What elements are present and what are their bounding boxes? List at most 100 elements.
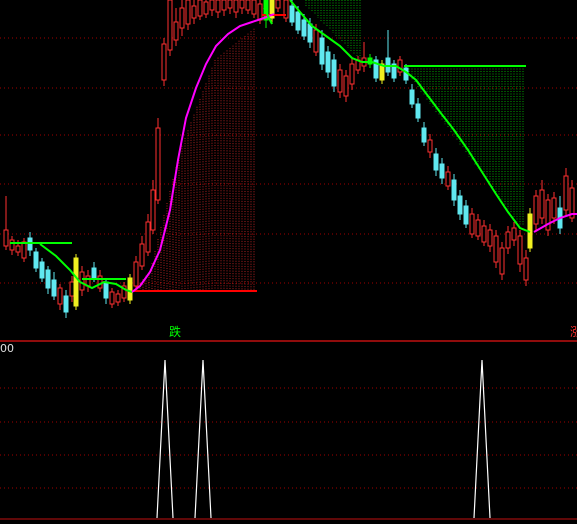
candle [397,56,403,76]
candle [85,270,91,292]
candle [275,0,281,12]
candle-body [415,103,421,119]
candle [557,196,563,234]
candle [33,248,39,272]
lower-axis-label: 00 [0,342,14,355]
candle [215,0,221,18]
candle [343,70,349,102]
candle [319,30,325,70]
candle-body [21,241,27,259]
candle-body [493,235,499,263]
candle [469,208,475,238]
candle [427,134,433,158]
candle-body [133,261,139,287]
candle [9,236,15,255]
candle [167,0,173,56]
candle [21,238,27,262]
candle [517,230,523,272]
candle-body [109,291,115,305]
candle [191,0,197,24]
candle-body [97,275,103,289]
candle [245,0,251,14]
candle-body [337,69,343,93]
trail-line-right [289,0,531,233]
candle-body [295,11,301,31]
candle-body [69,281,75,297]
candle-body [313,29,319,53]
candle [373,56,379,82]
signal-markers: 跌 涨 [169,324,577,339]
candle-body [161,43,167,81]
candle [511,222,517,246]
candle [385,30,391,76]
candle [493,230,499,268]
candle [203,0,209,18]
candle [445,166,451,190]
candle [487,224,493,252]
candle-body [3,229,9,247]
candle [3,196,9,250]
candle-body [331,59,337,87]
candle-body [505,231,511,249]
candle-body [251,0,257,15]
candle [331,54,337,92]
candle [463,200,469,228]
candle-body [167,0,173,51]
candle-body [191,5,197,19]
spike-mark [194,359,212,519]
candle-body [9,239,15,251]
candle-body [179,7,185,29]
candle [155,118,161,204]
candle-body [79,271,85,291]
candle-body [239,0,245,9]
candle [109,288,115,308]
candle-body [45,269,51,289]
candle [415,98,421,122]
candle [355,56,361,74]
candle [161,38,167,86]
candle-body [463,205,469,225]
candle [233,0,239,18]
candle-body [227,0,233,9]
candle-body [289,5,295,23]
candle-body [145,221,151,253]
candle [391,60,397,82]
candle-body [203,1,209,15]
spike-mark [156,359,174,519]
candle-body [481,225,487,243]
candle-body [51,279,57,297]
candle-body [233,0,239,13]
candle [57,284,63,310]
candle-body [563,175,569,211]
candle-body [15,245,21,253]
candle-body [91,267,97,279]
candle-body [439,163,445,179]
candle [409,84,415,108]
candle [121,282,127,302]
candle [569,180,575,222]
candle [45,266,51,294]
candle [145,214,151,256]
spike-series [156,359,491,519]
candle-body [551,197,557,219]
candle [197,0,203,20]
candle-body [457,195,463,215]
candle [337,64,343,98]
spike-mark [473,359,491,519]
candle [239,0,245,14]
candle-body [475,219,481,237]
candle [69,276,75,302]
candle [63,290,69,318]
candle-body [155,127,161,201]
candle-body [445,171,451,187]
rise-hatch-area [133,28,255,291]
candle [150,180,156,234]
candle-body [533,195,539,225]
candle-body [499,247,505,275]
candle [539,180,545,224]
candle [421,122,427,146]
candle-body [539,189,545,219]
candle-body [139,243,145,267]
candle-body [57,287,63,305]
candle [97,270,103,292]
